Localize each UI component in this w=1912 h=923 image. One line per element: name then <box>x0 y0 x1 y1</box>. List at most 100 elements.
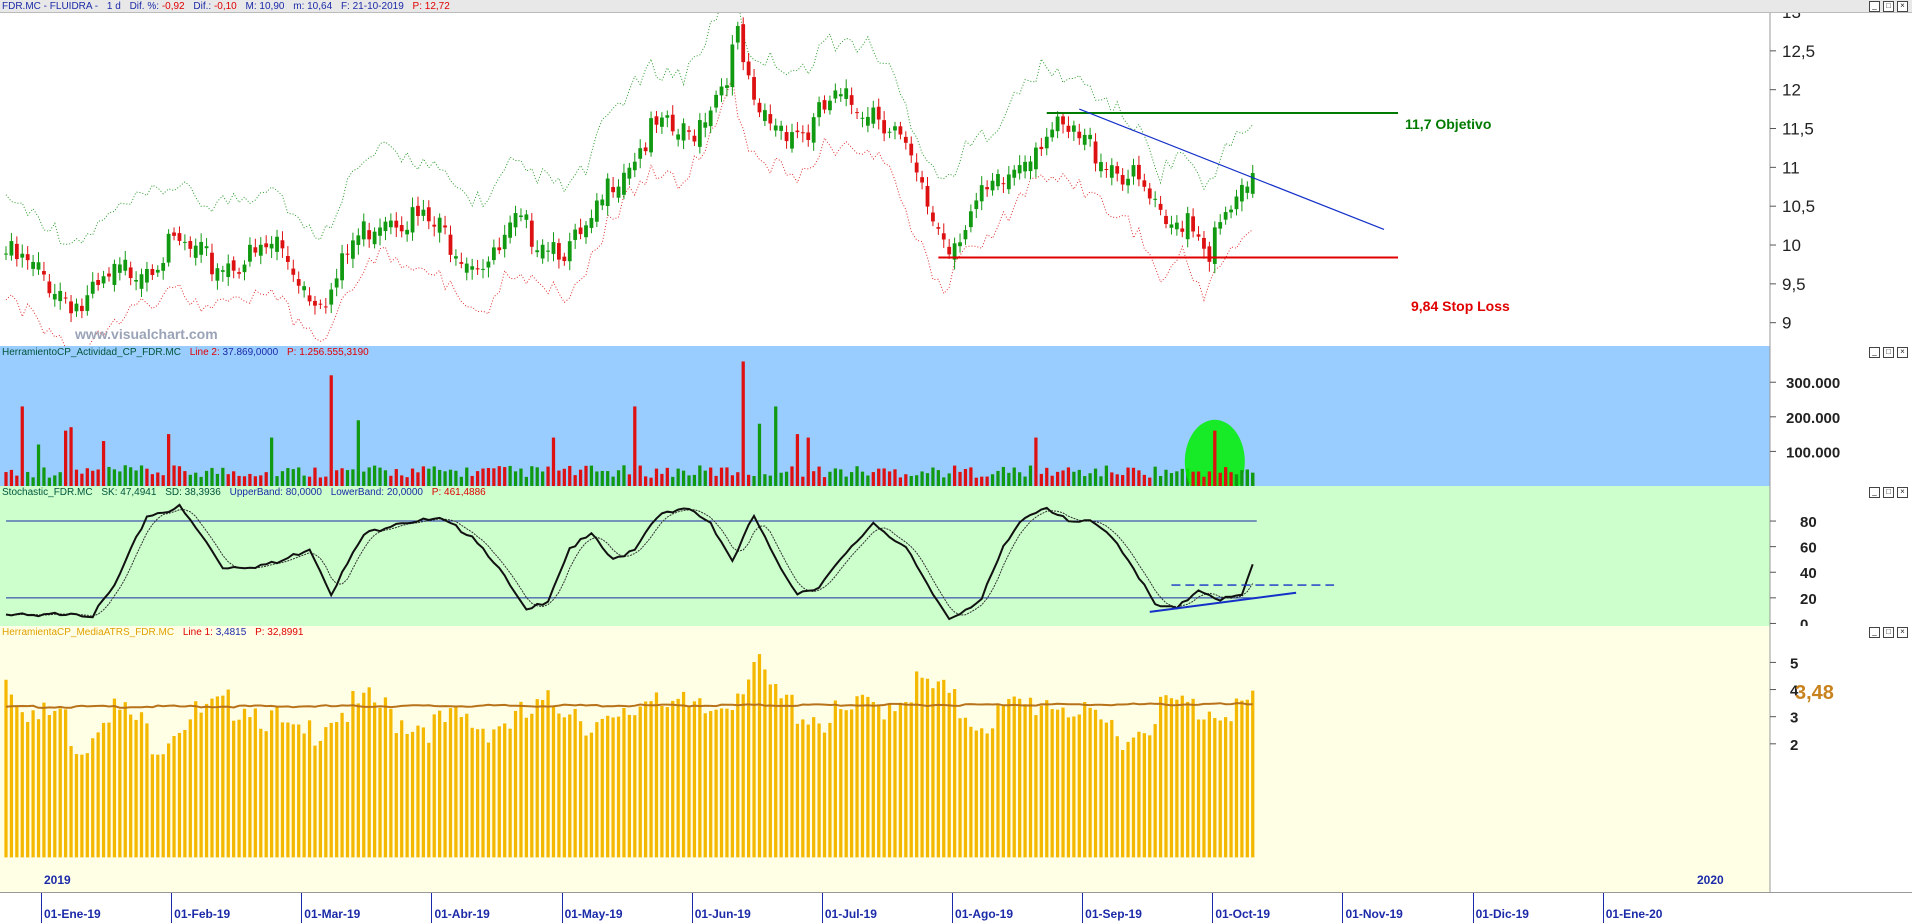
close-icon[interactable]: × <box>1897 1 1908 12</box>
atr-panel[interactable]: HerramientaCP_MediaATRS_FDR.MC Line 1: 3… <box>0 626 1912 892</box>
volume-p-value: 1.256.555,3190 <box>299 347 369 358</box>
candle-body <box>139 274 144 289</box>
candle-body <box>1061 116 1065 125</box>
atr-bar <box>703 713 707 858</box>
restore-icon[interactable]: □ <box>1883 487 1894 498</box>
price-panel[interactable]: FDR.MC - FLUIDRA - 1 d Dif. %: -0,92 Dif… <box>0 0 1912 347</box>
date-tick <box>1602 893 1604 923</box>
atr-bar <box>1028 697 1033 858</box>
atr-bar <box>1175 699 1179 858</box>
restore-icon[interactable]: □ <box>1883 347 1894 358</box>
volume-bar <box>703 470 707 486</box>
atr-bar <box>887 703 892 858</box>
stochastic-name: Stochastic_FDR.MC <box>2 487 93 498</box>
atr-bar <box>15 706 19 858</box>
volume-bar <box>681 470 686 486</box>
atr-average-line <box>5 702 1253 709</box>
volume-bar <box>1007 472 1011 486</box>
ub-caption: UpperBand: <box>229 487 283 498</box>
candle-body <box>285 255 290 262</box>
volume-bar <box>454 470 458 486</box>
volume-bar <box>931 467 935 486</box>
atr-bar <box>1158 696 1163 858</box>
volume-bar <box>307 476 312 486</box>
volume-bar <box>730 475 734 486</box>
atr-chart[interactable]: 2345 <box>0 626 1912 892</box>
candle-body <box>1104 169 1109 171</box>
atr-bar <box>497 726 501 858</box>
date-tick-label: 01-Abr-19 <box>434 907 490 921</box>
volume-bar <box>459 476 463 486</box>
atr-bar <box>345 721 350 858</box>
candle-body <box>117 264 122 273</box>
atr-bar <box>150 754 154 858</box>
volume-bar <box>204 470 209 486</box>
lb-caption: LowerBand: <box>330 487 385 498</box>
volume-bar <box>866 475 870 486</box>
atr-bar <box>660 706 664 858</box>
atr-bar <box>844 710 848 858</box>
atr-bar <box>915 671 919 858</box>
restore-icon[interactable]: □ <box>1883 627 1894 638</box>
minimize-icon[interactable]: _ <box>1869 1 1880 12</box>
volume-bar <box>925 473 930 486</box>
atr-bar <box>221 695 225 858</box>
restore-icon[interactable]: □ <box>1883 1 1894 12</box>
close-icon[interactable]: × <box>1897 347 1908 358</box>
minimize-icon[interactable]: _ <box>1869 347 1880 358</box>
atr-bar <box>139 712 144 858</box>
stoch-tick-label: 80 <box>1800 514 1817 531</box>
candle-body <box>849 95 854 105</box>
candle-body <box>248 244 252 262</box>
atr-bar <box>313 745 317 858</box>
close-icon[interactable]: × <box>1897 487 1908 498</box>
atr-bar <box>172 735 176 858</box>
candle-body <box>226 263 231 277</box>
stochastic-panel[interactable]: Stochastic_FDR.MC SK: 47,4941 SD: 38,393… <box>0 486 1912 627</box>
candle-body <box>513 213 518 228</box>
minimize-icon[interactable]: _ <box>1869 627 1880 638</box>
atr-bar <box>866 696 870 858</box>
volume-panel[interactable]: HerramientoCP_Actividad_CP_FDR.MC Line 2… <box>0 346 1912 487</box>
price-chart[interactable]: 99,51010,51111,51212,513 <box>0 0 1912 346</box>
volume-bar <box>438 469 442 486</box>
atr-bar <box>1061 707 1065 858</box>
volume-bar <box>302 475 306 486</box>
atr-bar <box>952 689 957 858</box>
sd-caption: SD: <box>165 487 182 498</box>
atr-bar <box>1186 701 1190 858</box>
volume-bar <box>676 468 680 486</box>
atr-bar <box>1126 741 1130 858</box>
volume-bar <box>1093 468 1098 486</box>
atr-bar <box>633 715 637 858</box>
volume-bar <box>1153 466 1157 486</box>
volume-bar <box>1099 476 1103 486</box>
volume-chart[interactable]: 100.000 200.000 300.000 <box>0 346 1912 486</box>
minimize-icon[interactable]: _ <box>1869 487 1880 498</box>
candle-body <box>47 281 52 294</box>
atr-bar <box>589 732 594 858</box>
stochastic-chart[interactable]: 0 20 40 60 80 <box>0 486 1912 626</box>
volume-bar <box>26 471 30 486</box>
candle-body <box>1180 228 1185 232</box>
volume-bar <box>616 470 621 486</box>
candle-body <box>1250 173 1255 194</box>
volume-bar <box>1001 466 1006 486</box>
close-icon[interactable]: × <box>1897 627 1908 638</box>
candle-body <box>242 264 247 273</box>
volume-bar <box>264 472 268 486</box>
volume-bar <box>448 469 453 486</box>
volume-bar <box>1229 472 1233 486</box>
candle-body <box>719 86 724 96</box>
candle-body <box>107 273 111 277</box>
atr-bar <box>199 712 203 858</box>
volume-bar <box>746 474 751 486</box>
atr-bar <box>215 696 220 858</box>
atr-line-value: 3,4815 <box>215 627 247 638</box>
volume-bar <box>1213 430 1217 486</box>
atr-bar <box>324 727 328 858</box>
volume-bar <box>600 470 604 486</box>
atr-bar <box>118 709 122 858</box>
atr-bar <box>795 723 800 858</box>
atr-bar <box>1066 717 1071 858</box>
